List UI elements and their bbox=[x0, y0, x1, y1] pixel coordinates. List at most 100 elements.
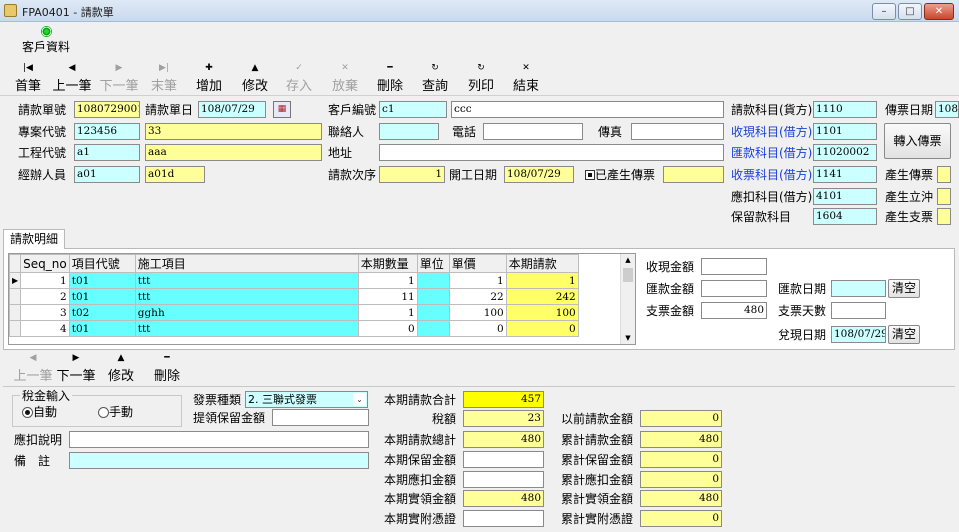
last-button[interactable]: ▶| 末筆 bbox=[148, 62, 180, 94]
handler-name-field[interactable]: a01d bbox=[145, 166, 205, 183]
cust-code-field[interactable]: c1 bbox=[379, 101, 447, 118]
remit-date-field[interactable] bbox=[831, 280, 886, 297]
tax-field[interactable]: 23 bbox=[463, 410, 544, 427]
cur-attach-field[interactable] bbox=[463, 510, 544, 527]
acc-actual-field[interactable]: 480 bbox=[640, 490, 722, 507]
customer-data-button[interactable]: 客戶資料 bbox=[18, 24, 74, 58]
table-row[interactable]: 4 t01 ttt 0 0 0 bbox=[8, 320, 579, 337]
phone-field[interactable] bbox=[483, 123, 583, 140]
remit-field[interactable] bbox=[701, 280, 767, 297]
seq-field[interactable]: 1 bbox=[379, 166, 445, 183]
grid-scrollbar[interactable]: ▲ ▼ bbox=[620, 254, 635, 344]
radio-icon bbox=[98, 407, 109, 418]
acct-check-label[interactable]: 收票科目(借方) bbox=[731, 167, 812, 183]
remark-field[interactable] bbox=[69, 452, 369, 469]
query-button[interactable]: ↻ 查詢 bbox=[419, 62, 451, 94]
acct-remit-label[interactable]: 匯款科目(借方) bbox=[731, 145, 812, 161]
first-button[interactable]: |◀ 首筆 bbox=[12, 62, 44, 94]
invoice-date-field[interactable]: 108/07/29 bbox=[504, 166, 574, 183]
detail-delete-button[interactable]: ━ 刪除 bbox=[151, 352, 183, 384]
deduct-note-field[interactable] bbox=[69, 431, 369, 448]
handler-label: 經辦人員 bbox=[18, 168, 67, 182]
retain-field[interactable] bbox=[272, 409, 369, 426]
cur-total-field[interactable]: 457 bbox=[463, 391, 544, 408]
acct-recv-label[interactable]: 收現科目(借方) bbox=[731, 124, 812, 140]
col-header-code[interactable]: 項目代號 bbox=[68, 254, 136, 273]
cur-deduct-field[interactable] bbox=[463, 471, 544, 488]
next-button[interactable]: ▶ 下一筆 bbox=[97, 62, 141, 94]
gen-check-field[interactable] bbox=[937, 208, 951, 225]
discard-button[interactable]: ✕ 放棄 bbox=[329, 62, 361, 94]
acc-req-field[interactable]: 480 bbox=[640, 431, 722, 448]
project-label: 專案代號 bbox=[18, 125, 67, 139]
scroll-up-icon[interactable]: ▲ bbox=[621, 254, 635, 266]
col-header-item[interactable]: 施工項目 bbox=[134, 254, 359, 273]
clear-due-date-button[interactable]: 清空 bbox=[888, 325, 920, 344]
tab-detail[interactable]: 請款明細 bbox=[3, 229, 65, 249]
invoice-type-select[interactable]: 2. 三聯式發票 ⌄ bbox=[245, 391, 368, 408]
acc-attach-field[interactable]: 0 bbox=[640, 510, 722, 527]
req-date-field[interactable]: 108/07/29 bbox=[198, 101, 266, 118]
scroll-down-icon[interactable]: ▼ bbox=[621, 332, 635, 344]
prev-button[interactable]: ◀ 上一筆 bbox=[50, 62, 94, 94]
acct-recv-field[interactable]: 1101 bbox=[813, 123, 877, 140]
project-name-field[interactable]: 33 bbox=[145, 123, 322, 140]
acc-retain-field[interactable]: 0 bbox=[640, 451, 722, 468]
handler-code-field[interactable]: a01 bbox=[74, 166, 140, 183]
delete-button[interactable]: ━ 刪除 bbox=[374, 62, 406, 94]
fax-field[interactable] bbox=[631, 123, 724, 140]
cust-name-field[interactable]: ccc bbox=[451, 101, 724, 118]
gen-voucher-field[interactable] bbox=[937, 166, 951, 183]
calendar-icon[interactable]: ▦ bbox=[273, 101, 291, 118]
print-button[interactable]: ↻ 列印 bbox=[465, 62, 497, 94]
scroll-thumb[interactable] bbox=[623, 268, 633, 282]
edit-button[interactable]: ▲ 修改 bbox=[239, 62, 271, 94]
acct-remit-field[interactable]: 11020002 bbox=[813, 144, 877, 161]
acct-credit-field[interactable]: 1110 bbox=[813, 101, 877, 118]
detail-next-button[interactable]: ▶ 下一筆 bbox=[54, 352, 98, 384]
gen-offset-field[interactable] bbox=[937, 188, 951, 205]
check-days-field[interactable] bbox=[831, 302, 886, 319]
detail-grid[interactable]: Seq_no 項目代號 施工項目 本期數量 單位 單價 本期請款 ▶ 1 t01… bbox=[8, 253, 636, 345]
maximize-button[interactable]: □ bbox=[898, 3, 922, 20]
transfer-voucher-button[interactable]: 轉入傳票 bbox=[884, 123, 951, 159]
add-button[interactable]: ✚ 增加 bbox=[193, 62, 225, 94]
cash-field[interactable] bbox=[701, 258, 767, 275]
col-header-qty[interactable]: 本期數量 bbox=[357, 254, 418, 273]
cur-retain-field[interactable] bbox=[463, 451, 544, 468]
cur-actual-field[interactable]: 480 bbox=[463, 490, 544, 507]
acct-retain-field[interactable]: 1604 bbox=[813, 208, 877, 225]
table-row[interactable]: 2 t01 ttt 11 22 242 bbox=[8, 288, 579, 305]
detail-edit-button[interactable]: ▲ 修改 bbox=[105, 352, 137, 384]
exit-button[interactable]: ✕ 結束 bbox=[510, 62, 542, 94]
table-row[interactable]: ▶ 1 t01 ttt 1 1 1 bbox=[8, 272, 579, 289]
close-button[interactable]: ✕ bbox=[924, 3, 954, 20]
detail-prev-button[interactable]: ◀ 上一筆 bbox=[11, 352, 55, 384]
project-code-field[interactable]: 123456 bbox=[74, 123, 140, 140]
save-button[interactable]: ✓ 存入 bbox=[283, 62, 315, 94]
contact-field[interactable] bbox=[379, 123, 439, 140]
clear-remit-date-button[interactable]: 清空 bbox=[888, 279, 920, 298]
col-header-amount[interactable]: 本期請款 bbox=[505, 254, 579, 273]
prev-req-field[interactable]: 0 bbox=[640, 410, 722, 427]
address-field[interactable] bbox=[379, 144, 724, 161]
table-row[interactable]: 3 t02 gghh 1 100 100 bbox=[8, 304, 579, 321]
col-header-unit[interactable]: 單位 bbox=[416, 254, 450, 273]
auto-radio[interactable]: 自動 bbox=[22, 404, 57, 420]
due-date-field[interactable]: 108/07/29 bbox=[831, 326, 886, 343]
voucher-generated-checkbox[interactable]: 已產生傳票 bbox=[585, 167, 655, 183]
check-field[interactable]: 480 bbox=[701, 302, 767, 319]
acc-deduct-field[interactable]: 0 bbox=[640, 471, 722, 488]
col-header-seq[interactable]: Seq_no bbox=[20, 254, 70, 273]
minimize-button[interactable]: – bbox=[872, 3, 896, 20]
cur-sum-field[interactable]: 480 bbox=[463, 431, 544, 448]
acct-deduct-field[interactable]: 4101 bbox=[813, 188, 877, 205]
col-header-price[interactable]: 單價 bbox=[448, 254, 507, 273]
work-code-field[interactable]: a1 bbox=[74, 144, 140, 161]
req-no-field[interactable]: 1080729001 bbox=[74, 101, 140, 118]
voucher-field[interactable] bbox=[663, 166, 724, 183]
voucher-date-field[interactable]: 108 bbox=[935, 101, 959, 118]
acct-check-field[interactable]: 1141 bbox=[813, 166, 877, 183]
work-name-field[interactable]: aaa bbox=[145, 144, 322, 161]
manual-radio[interactable]: 手動 bbox=[98, 404, 133, 420]
